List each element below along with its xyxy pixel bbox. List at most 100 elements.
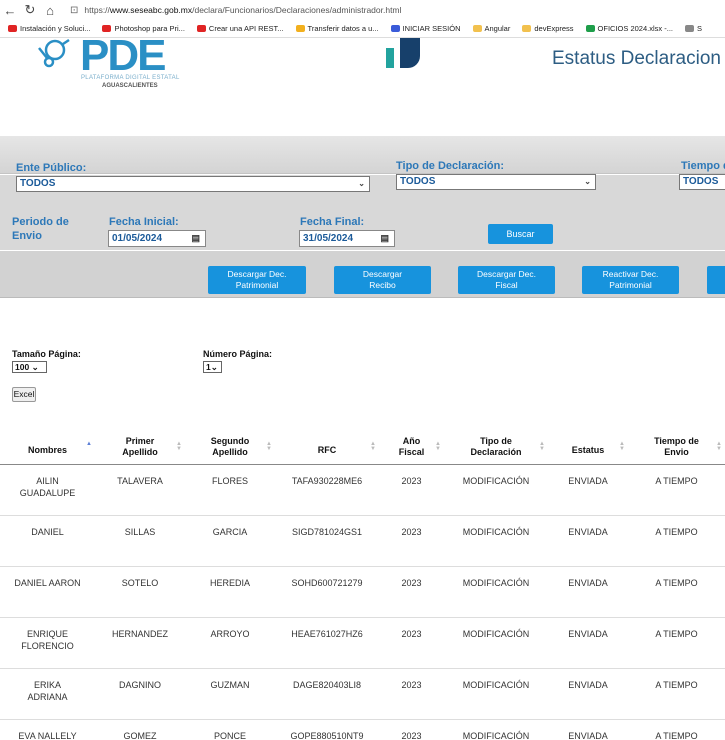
descargar-recibo-button[interactable]: Descargar Recibo — [334, 266, 431, 294]
bookmark-item[interactable]: INICIAR SESIÓN — [390, 24, 461, 33]
table-cell: GOMEZ — [95, 719, 185, 740]
descargar-fiscal-button[interactable]: Descargar Dec. Fiscal — [458, 266, 555, 294]
tamano-pagina-label: Tamaño Página: — [12, 349, 81, 359]
tipo-select[interactable]: TODOS ⌄ — [396, 174, 596, 190]
reload-icon[interactable]: ↻ — [20, 2, 40, 18]
table-cell: A TIEMPO — [628, 719, 725, 740]
excel-button[interactable]: Excel — [12, 387, 36, 402]
table-cell: DAGNINO — [95, 668, 185, 720]
table-row[interactable]: ENRIQUE FLORENCIO HERNANDEZ ARROYO HEAE7610… — [0, 617, 725, 669]
column-header[interactable]: RFC ▲ ▼ — [275, 426, 379, 465]
bookmark-item[interactable]: devExpress — [522, 24, 574, 33]
column-header[interactable]: Primer Apellido ▲ ▼ — [95, 426, 185, 465]
table-cell: ERIKA ADRIANA — [0, 668, 95, 720]
calendar-icon[interactable]: ▤ — [380, 231, 389, 246]
ente-select[interactable]: TODOS ⌄ — [16, 176, 370, 192]
column-header[interactable]: Segundo Apellido ▲ ▼ — [185, 426, 275, 465]
address-bar[interactable]: ⊡ https://www.seseabc.gob.mx/declara/Fun… — [70, 5, 401, 16]
column-header[interactable]: Año Fiscal ▲ ▼ — [379, 426, 444, 465]
column-header-line1: Segundo — [210, 435, 250, 446]
sort-icon[interactable]: ▲ ▼ — [539, 441, 545, 452]
sort-icon[interactable]: ▲ ▼ — [435, 441, 441, 452]
bookmark-item[interactable]: S — [684, 24, 702, 33]
table-cell: ENVIADA — [548, 464, 628, 516]
fecha-inicial-input[interactable]: 01/05/2024 ▤ — [108, 230, 206, 247]
bookmark-label: Instalación y Soluci... — [20, 24, 91, 33]
numero-pagina-label: Número Página: — [203, 349, 273, 359]
bookmark-item[interactable]: Transferir datos a u... — [295, 24, 379, 33]
buscar-button[interactable]: Buscar — [488, 224, 553, 244]
button-label-line1: Descargar Dec. — [227, 269, 287, 279]
table-cell: 2023 — [379, 617, 444, 669]
table-cell: A TIEMPO — [628, 668, 725, 720]
chevron-down-icon: ⌄ — [584, 177, 591, 186]
url-host: www.seseabc.gob.mx — [109, 5, 193, 15]
table-cell: A TIEMPO — [628, 566, 725, 618]
table-cell: 2023 — [379, 566, 444, 618]
bookmark-item[interactable]: Angular — [472, 24, 510, 33]
sort-icon[interactable]: ▲ ▼ — [716, 441, 722, 452]
table-cell: 2023 — [379, 668, 444, 720]
tiempo-value: TODOS — [683, 176, 719, 187]
fecha-final-input[interactable]: 31/05/2024 ▤ — [299, 230, 395, 247]
table-row[interactable]: AILIN GUADALUPE TALAVERA FLORES TAFA930228M… — [0, 464, 725, 516]
table-row[interactable]: DANIEL AARON SOTELO HEREDIA SOHD600721279 20… — [0, 566, 725, 618]
table-cell: GUZMAN — [185, 668, 275, 720]
table-cell: PONCE — [185, 719, 275, 740]
bookmark-item[interactable]: Instalación y Soluci... — [8, 24, 90, 33]
sort-icon[interactable]: ▲ ▼ — [176, 441, 182, 452]
table-row[interactable]: EVA NALLELY GOMEZ PONCE GOPE880510NT9 2023 MO… — [0, 719, 725, 740]
button-label-line1: Descargar Dec. — [476, 269, 537, 279]
sort-icon[interactable]: ▲ — [86, 441, 92, 447]
table-row[interactable]: DANIEL SILLAS GARCIA SIGD781024GS1 2023 MODIF… — [0, 515, 725, 567]
tamano-pagina-value: 100 — [15, 362, 30, 372]
sort-icon[interactable]: ▲ ▼ — [266, 441, 272, 452]
column-header-line1: Tipo de — [480, 435, 512, 446]
column-header[interactable]: Tipo de Declaración ▲ ▼ — [444, 426, 548, 465]
column-header-line1: Primer — [125, 435, 155, 446]
home-icon[interactable]: ⌂ — [40, 3, 60, 18]
column-header[interactable]: Tiempo de Envio ▲ ▼ — [628, 426, 725, 465]
bookmark-icon — [102, 25, 112, 32]
table-cell: TALAVERA — [95, 464, 185, 516]
logo-d-shape — [400, 38, 420, 68]
numero-pagina-select[interactable]: 1⌄ — [203, 361, 222, 373]
url-path: /declara/Funcionarios/Declaraciones/admi… — [192, 5, 402, 15]
bookmark-label: Transferir datos a u... — [307, 24, 379, 33]
bookmark-label: Crear una API REST... — [208, 24, 284, 33]
page-content: PDE PLATAFORMA DIGITAL ESTATAL AGUASCALI… — [0, 38, 725, 740]
table-cell: ENVIADA — [548, 668, 628, 720]
back-arrow-icon[interactable]: ← — [0, 3, 20, 18]
table-cell: MODIFICACIÓN — [444, 668, 548, 720]
bookmark-item[interactable]: OFICIOS 2024.xlsx -... — [585, 24, 673, 33]
logo-bar — [386, 48, 394, 68]
ente-label: Ente Público: — [16, 162, 87, 174]
center-logo — [362, 38, 444, 90]
bookmark-item[interactable]: Crear una API REST... — [196, 24, 284, 33]
calendar-icon[interactable]: ▤ — [191, 231, 200, 246]
tiempo-select[interactable]: TODOS — [679, 174, 725, 190]
column-header-line1: RFC — [317, 445, 337, 456]
sort-icon[interactable]: ▲ ▼ — [619, 441, 625, 452]
descargar-patrimonial-button[interactable]: Descargar Dec. Patrimonial — [208, 266, 306, 294]
table-row[interactable]: ERIKA ADRIANA DAGNINO GUZMAN DAGE820403LI8 2… — [0, 668, 725, 720]
column-header[interactable]: Nombres ▲ — [0, 426, 95, 465]
more-action-button[interactable] — [707, 266, 725, 294]
column-header-line1: Estatus — [571, 445, 605, 456]
column-header-line1: Tiempo de — [654, 435, 699, 446]
tamano-pagina-select[interactable]: 100 ⌄ — [12, 361, 47, 373]
reactivar-patrimonial-button[interactable]: Reactivar Dec. Patrimonial — [582, 266, 679, 294]
periodo-label-line1: Periodo de — [12, 216, 69, 228]
site-header: PDE PLATAFORMA DIGITAL ESTATAL AGUASCALI… — [0, 38, 725, 136]
table-cell: 2023 — [379, 515, 444, 567]
ente-value: TODOS — [20, 178, 56, 189]
sort-icon[interactable]: ▲ ▼ — [370, 441, 376, 452]
chevron-down-icon: ⌄ — [31, 362, 39, 372]
bookmark-item[interactable]: Photoshop para Pri... — [102, 24, 185, 33]
site-info-icon[interactable]: ⊡ — [70, 5, 78, 16]
page-title: Estatus Declaracion — [552, 48, 721, 69]
column-header[interactable]: Estatus ▲ ▼ — [548, 426, 628, 465]
table-cell: 2023 — [379, 464, 444, 516]
table-cell: ENVIADA — [548, 617, 628, 669]
browser-toolbar: ← ↻ ⌂ ⊡ https://www.seseabc.gob.mx/decla… — [0, 0, 725, 20]
